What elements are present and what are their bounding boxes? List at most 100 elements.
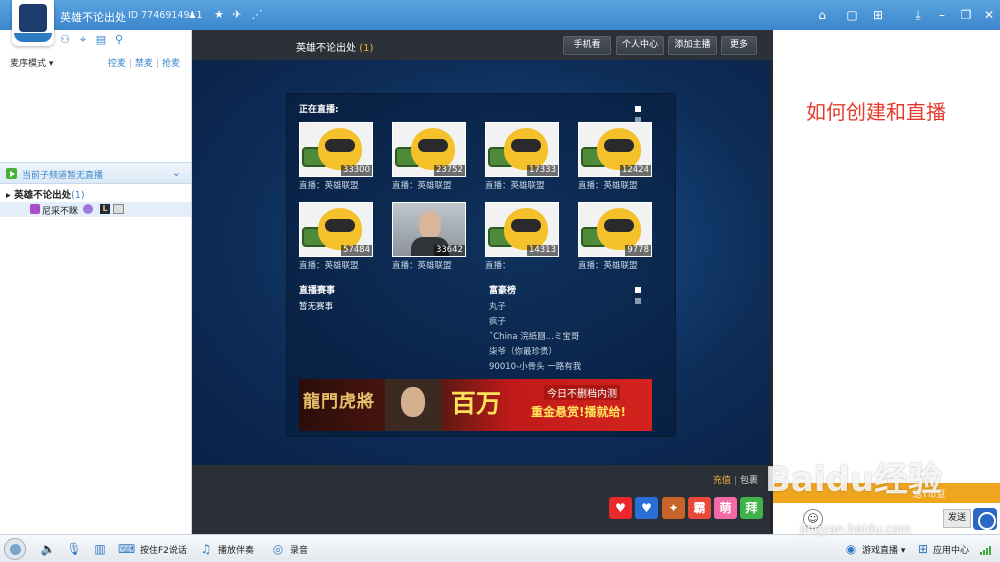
stream-caption[interactable]: 直播：英雄联盟 (392, 179, 452, 191)
rich-list-item[interactable]: 疯子 (489, 315, 581, 330)
personal-center-button[interactable]: 个人中心 (616, 36, 664, 55)
star-icon[interactable]: ★ (212, 8, 226, 22)
user-count: ♟1 (188, 10, 203, 21)
center-header: 英雄不论出处 (1) 手机看 个人中心 添加主播 更多 (192, 30, 773, 60)
play-music-button[interactable]: 播放伴奏 (218, 543, 254, 556)
chevron-down-icon[interactable]: ⌄ (172, 166, 181, 179)
banner-tag: 今日不删档内测 (544, 385, 620, 400)
recharge-link[interactable]: 充值 (713, 476, 731, 486)
gift-button[interactable]: 拜 (740, 497, 763, 519)
mode-options: 控麦 | 禁麦 | 抢麦 (105, 56, 183, 69)
my-avatar[interactable] (4, 538, 26, 560)
stream-caption[interactable]: 直播： (485, 259, 511, 271)
window-icon[interactable]: ▢ (843, 6, 861, 24)
events-empty: 暂无赛事 (299, 302, 334, 312)
package-link[interactable]: 包裹 (740, 476, 758, 486)
record-icon: ◎ (272, 542, 284, 556)
page-dots[interactable] (635, 104, 651, 123)
stream-caption[interactable]: 直播：英雄联盟 (485, 179, 545, 191)
play-icon (6, 168, 17, 179)
ad-banner[interactable]: 龍門虎將 百万 今日不删档内测 重金悬赏!播就给! (299, 379, 652, 431)
rich-page-dots[interactable] (635, 285, 651, 304)
add-streamer-button[interactable]: 添加主播 (668, 36, 717, 55)
gift-button[interactable]: 萌 (714, 497, 737, 519)
mode-select[interactable]: 麦序模式 ▾ (10, 56, 53, 69)
mascot-image (318, 128, 362, 170)
signal-icon (980, 545, 994, 555)
stream-caption[interactable]: 直播：英雄联盟 (299, 259, 359, 271)
status-bar: 🔈 🎙 ▥ ⌨ 按住F2说话 ♫ 播放伴奏 ◎ 录音 ◉ 游戏直播 ▾ ⊞ 应用… (0, 534, 1000, 562)
push-to-talk[interactable]: 按住F2说话 (140, 543, 187, 556)
app-center-icon: ⊞ (917, 542, 929, 556)
stream-caption[interactable]: 直播：英雄联盟 (392, 259, 452, 271)
center-panel: 英雄不论出处 (1) 手机看 个人中心 添加主播 更多 正在直播: 33300 直… (192, 30, 773, 534)
viewer-count: 14313 (526, 245, 558, 256)
baidu-watermark-url: jingyan.baidu.com (800, 522, 911, 536)
mascot-image (504, 208, 548, 250)
gift-button[interactable]: ♥ (609, 497, 632, 519)
share-icon[interactable]: ⋰ (250, 8, 264, 22)
live-directory: 正在直播: 33300 直播：英雄联盟 23752 直播：英雄联盟 17333 直播：英雄… (286, 93, 676, 437)
stream-caption[interactable]: 直播：英雄联盟 (578, 259, 638, 271)
mascot-image (597, 208, 641, 250)
plane-icon[interactable]: ✈ (230, 8, 244, 22)
mode-option-grab[interactable]: 抢麦 (159, 59, 183, 69)
channel-id: ID 77469149 (128, 10, 190, 21)
gift-button[interactable]: ♥ (635, 497, 658, 519)
stream-thumbnail[interactable]: 9778 (578, 202, 652, 257)
equalizer-icon[interactable]: ▥ (92, 541, 108, 557)
viewer-count: 17333 (526, 165, 558, 176)
app-center-button[interactable]: 应用中心 (933, 543, 969, 556)
send-button[interactable]: 发送 (943, 509, 971, 528)
mode-option-ban[interactable]: 禁麦 (132, 59, 156, 69)
channel-logo[interactable] (12, 0, 54, 46)
stream-thumbnail[interactable]: 33642 (392, 202, 466, 257)
viewer-count: 33642 (433, 245, 465, 256)
record-button[interactable]: 录音 (290, 543, 308, 556)
restore-icon[interactable]: ❐ (957, 6, 975, 24)
tree-root[interactable]: ▸ 英雄不论出处(1) (6, 187, 85, 201)
left-panel: ⚇ ⌖ ▤ ⚲ 麦序模式 ▾ 控麦 | 禁麦 | 抢麦 当前子频道暂无直播 ⌄ ▸ 英雄… (0, 30, 192, 534)
stream-thumbnail[interactable]: 33300 (299, 122, 373, 177)
gamepad-icon[interactable]: ⊞ (869, 6, 887, 24)
tutorial-heading: 如何创建和直播 (806, 100, 946, 124)
home-icon[interactable]: ⌂ (813, 6, 831, 24)
close-icon[interactable]: ✕ (980, 6, 998, 24)
gift-button[interactable]: ✦ (662, 497, 685, 519)
chat-avatar-icon[interactable] (973, 508, 997, 530)
banner-big-text: 百万 (451, 389, 502, 418)
channel-status-bar[interactable]: 当前子频道暂无直播 ⌄ (0, 162, 191, 184)
stream-caption[interactable]: 直播：英雄联盟 (299, 179, 359, 191)
speaker-icon[interactable]: 🔈 (40, 541, 56, 557)
location-icon[interactable]: ⌖ (76, 33, 90, 47)
events-label: 直播赛事 (299, 286, 336, 296)
gift-strip: 充值 | 包裹 ♥ ♥ ✦ 霸萌拜 (192, 465, 770, 534)
stream-thumbnail[interactable]: 12424 (578, 122, 652, 177)
stream-thumbnail[interactable]: 17333 (485, 122, 559, 177)
microphone-icon[interactable]: 🎙 (66, 541, 82, 557)
camera-icon (113, 204, 124, 214)
stream-thumbnail[interactable]: 23752 (392, 122, 466, 177)
rich-list-item[interactable]: ˇChina 浣纸圝...ミ宝哥 (489, 330, 581, 345)
user-icon[interactable]: ⚇ (58, 33, 72, 47)
rich-list-item[interactable]: 柒爷（你最珍贵） (489, 345, 581, 360)
banner-logo: 龍門虎將 (303, 392, 375, 412)
mobile-watch-button[interactable]: 手机看 (563, 36, 611, 55)
list-icon[interactable]: ▤ (94, 33, 108, 47)
stream-thumbnail[interactable]: 57484 (299, 202, 373, 257)
rich-list-item[interactable]: 丸子 (489, 300, 581, 315)
more-button[interactable]: 更多 (721, 36, 757, 55)
search-icon[interactable]: ⚲ (112, 33, 126, 47)
tree-user-row[interactable]: 尼采不眯 L (0, 202, 191, 217)
stream-caption[interactable]: 直播：英雄联盟 (578, 179, 638, 191)
minimize-icon[interactable]: – (933, 6, 951, 24)
mode-option-control[interactable]: 控麦 (105, 59, 129, 69)
video-stage: 正在直播: 33300 直播：英雄联盟 23752 直播：英雄联盟 17333 直播：英雄… (192, 60, 770, 465)
stream-thumbnail[interactable]: 14313 (485, 202, 559, 257)
title-bar: 英雄不论出处 ID 77469149 ♟1 ★ ✈ ⋰ ⌂ ▢ ⊞ ⤓ – ❐ … (0, 0, 1000, 46)
game-live-button[interactable]: 游戏直播 ▾ (862, 543, 905, 556)
gift-button[interactable]: 霸 (688, 497, 711, 519)
download-icon[interactable]: ⤓ (909, 6, 927, 24)
channel-title: 英雄不论出处 (60, 11, 126, 24)
rich-list-item[interactable]: 90010-小骨头 一路有我 (489, 360, 581, 375)
